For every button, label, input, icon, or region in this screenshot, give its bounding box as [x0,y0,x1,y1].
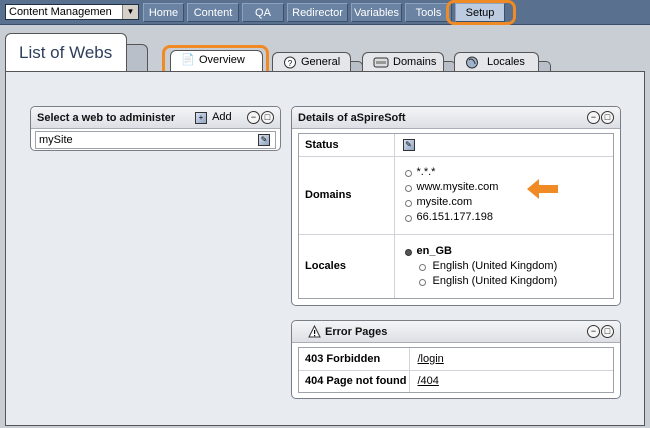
nav-content[interactable]: Content [187,3,239,22]
domains-value: *.*.* www.mysite.com mysite.com 66.151.1… [394,156,614,235]
locale-sublist: English (United Kingdom) English (United… [403,259,614,289]
locales-value: en_GB English (United Kingdom) English (… [394,234,613,298]
maximize-icon[interactable]: □ [601,325,614,338]
error-row: 403 Forbidden /login [299,348,613,371]
domain-item: *.*.* [403,165,614,180]
error-pages-header: Error Pages − □ [292,321,620,343]
add-button[interactable]: + Add [195,111,232,124]
tab-locales[interactable]: Locales [454,52,551,73]
nav-setup[interactable]: Setup [455,3,505,22]
tab-locales-label: Locales [487,56,525,68]
edit-icon[interactable]: ✎ [258,134,270,146]
add-label: Add [212,111,232,123]
chevron-down-icon[interactable]: ▼ [122,5,138,19]
page-title-tab: List of Webs [5,33,127,71]
webs-panel: Select a web to administer + Add − □ mySi… [30,106,281,151]
error-row-label: 403 Forbidden [299,348,410,371]
status-row: Status ✎ [299,134,613,157]
web-item-mysite[interactable]: mySite [39,134,73,146]
minimize-icon[interactable]: − [587,325,600,338]
globe-icon [465,56,479,69]
error-row-label: 404 Page not found [299,370,410,392]
details-panel-controls: − □ [586,111,614,124]
details-panel-title: Details of aSpireSoft [298,112,406,124]
nav-tools[interactable]: Tools [405,3,452,22]
nav-redirector[interactable]: Redirector [287,3,348,22]
module-select-value: Content Managemen [9,6,112,18]
tab-domains-label: Domains [393,56,437,68]
tab-general[interactable]: ? General [272,52,363,73]
warning-icon [308,324,321,341]
webs-panel-title: Select a web to administer [37,112,176,124]
svg-text:?: ? [288,59,293,68]
tab-general-label: General [301,56,341,68]
arrow-left-icon [527,179,558,199]
error-row-value: /login [409,348,613,371]
error-row-value: /404 [409,370,613,392]
maximize-icon[interactable]: □ [261,111,274,124]
webs-list: mySite ✎ [35,131,276,149]
maximize-icon[interactable]: □ [601,111,614,124]
tab-overview-label: Overview [199,54,245,66]
nav-qa[interactable]: QA [242,3,284,22]
details-panel: Details of aSpireSoft − □ Status ✎ Domain… [291,106,621,306]
domains-row: Domains *.*.* www.mysite.com mysite.com … [299,156,614,235]
domains-label: Domains [299,156,395,235]
details-table-wrap: Status ✎ Domains *.*.* www.mysite.com my… [298,133,614,299]
error-pages-table: 403 Forbidden /login 404 Page not found … [299,348,613,392]
module-select[interactable]: Content Managemen ▼ [5,4,139,20]
error-pages-title: Error Pages [325,326,388,338]
domains-list: *.*.* www.mysite.com mysite.com 66.151.1… [403,165,614,225]
locales-row: Locales en_GB English (United Kingdom) E… [299,234,613,298]
top-nav: Content Managemen ▼ Home Content QA Redi… [0,0,650,25]
locale-item: English (United Kingdom) [403,259,614,274]
webs-panel-controls: − □ [246,111,274,124]
tab-overview[interactable]: 📄 Overview [170,50,263,72]
status-label: Status [299,134,395,157]
add-icon: + [195,112,207,124]
title-tab-edge [126,44,148,71]
locales-list: en_GB [403,244,614,259]
error-pages-panel: Error Pages − □ 403 Forbidden /login 404 … [291,320,621,399]
locale-item: English (United Kingdom) [403,274,614,289]
error-pages-controls: − □ [586,325,614,338]
domain-item: 66.151.177.198 [403,210,614,225]
nav-home[interactable]: Home [143,3,184,22]
details-panel-header: Details of aSpireSoft − □ [292,107,620,129]
nav-variables[interactable]: Variables [351,3,402,22]
domain-item: mysite.com [403,195,614,210]
domain-item: www.mysite.com [403,180,614,195]
error-pages-table-wrap: 403 Forbidden /login 404 Page not found … [298,347,614,393]
details-table: Status ✎ Domains *.*.* www.mysite.com my… [299,134,613,298]
content-area: Select a web to administer + Add − □ mySi… [5,71,645,426]
locales-label: Locales [299,234,395,298]
error-page-link[interactable]: /login [418,353,444,365]
minimize-icon[interactable]: − [587,111,600,124]
status-value: ✎ [394,134,613,157]
webs-panel-header: Select a web to administer + Add − □ [31,107,280,129]
edit-icon[interactable]: ✎ [402,139,415,152]
server-icon [373,56,389,69]
page-title: List of Webs [19,43,113,62]
settings-icon: ? [283,56,297,69]
error-row: 404 Page not found /404 [299,370,613,392]
minimize-icon[interactable]: − [247,111,260,124]
locale-group: en_GB [403,244,614,259]
error-page-link[interactable]: /404 [418,375,439,387]
document-icon: 📄 [181,54,195,66]
tab-domains[interactable]: Domains [362,52,456,73]
